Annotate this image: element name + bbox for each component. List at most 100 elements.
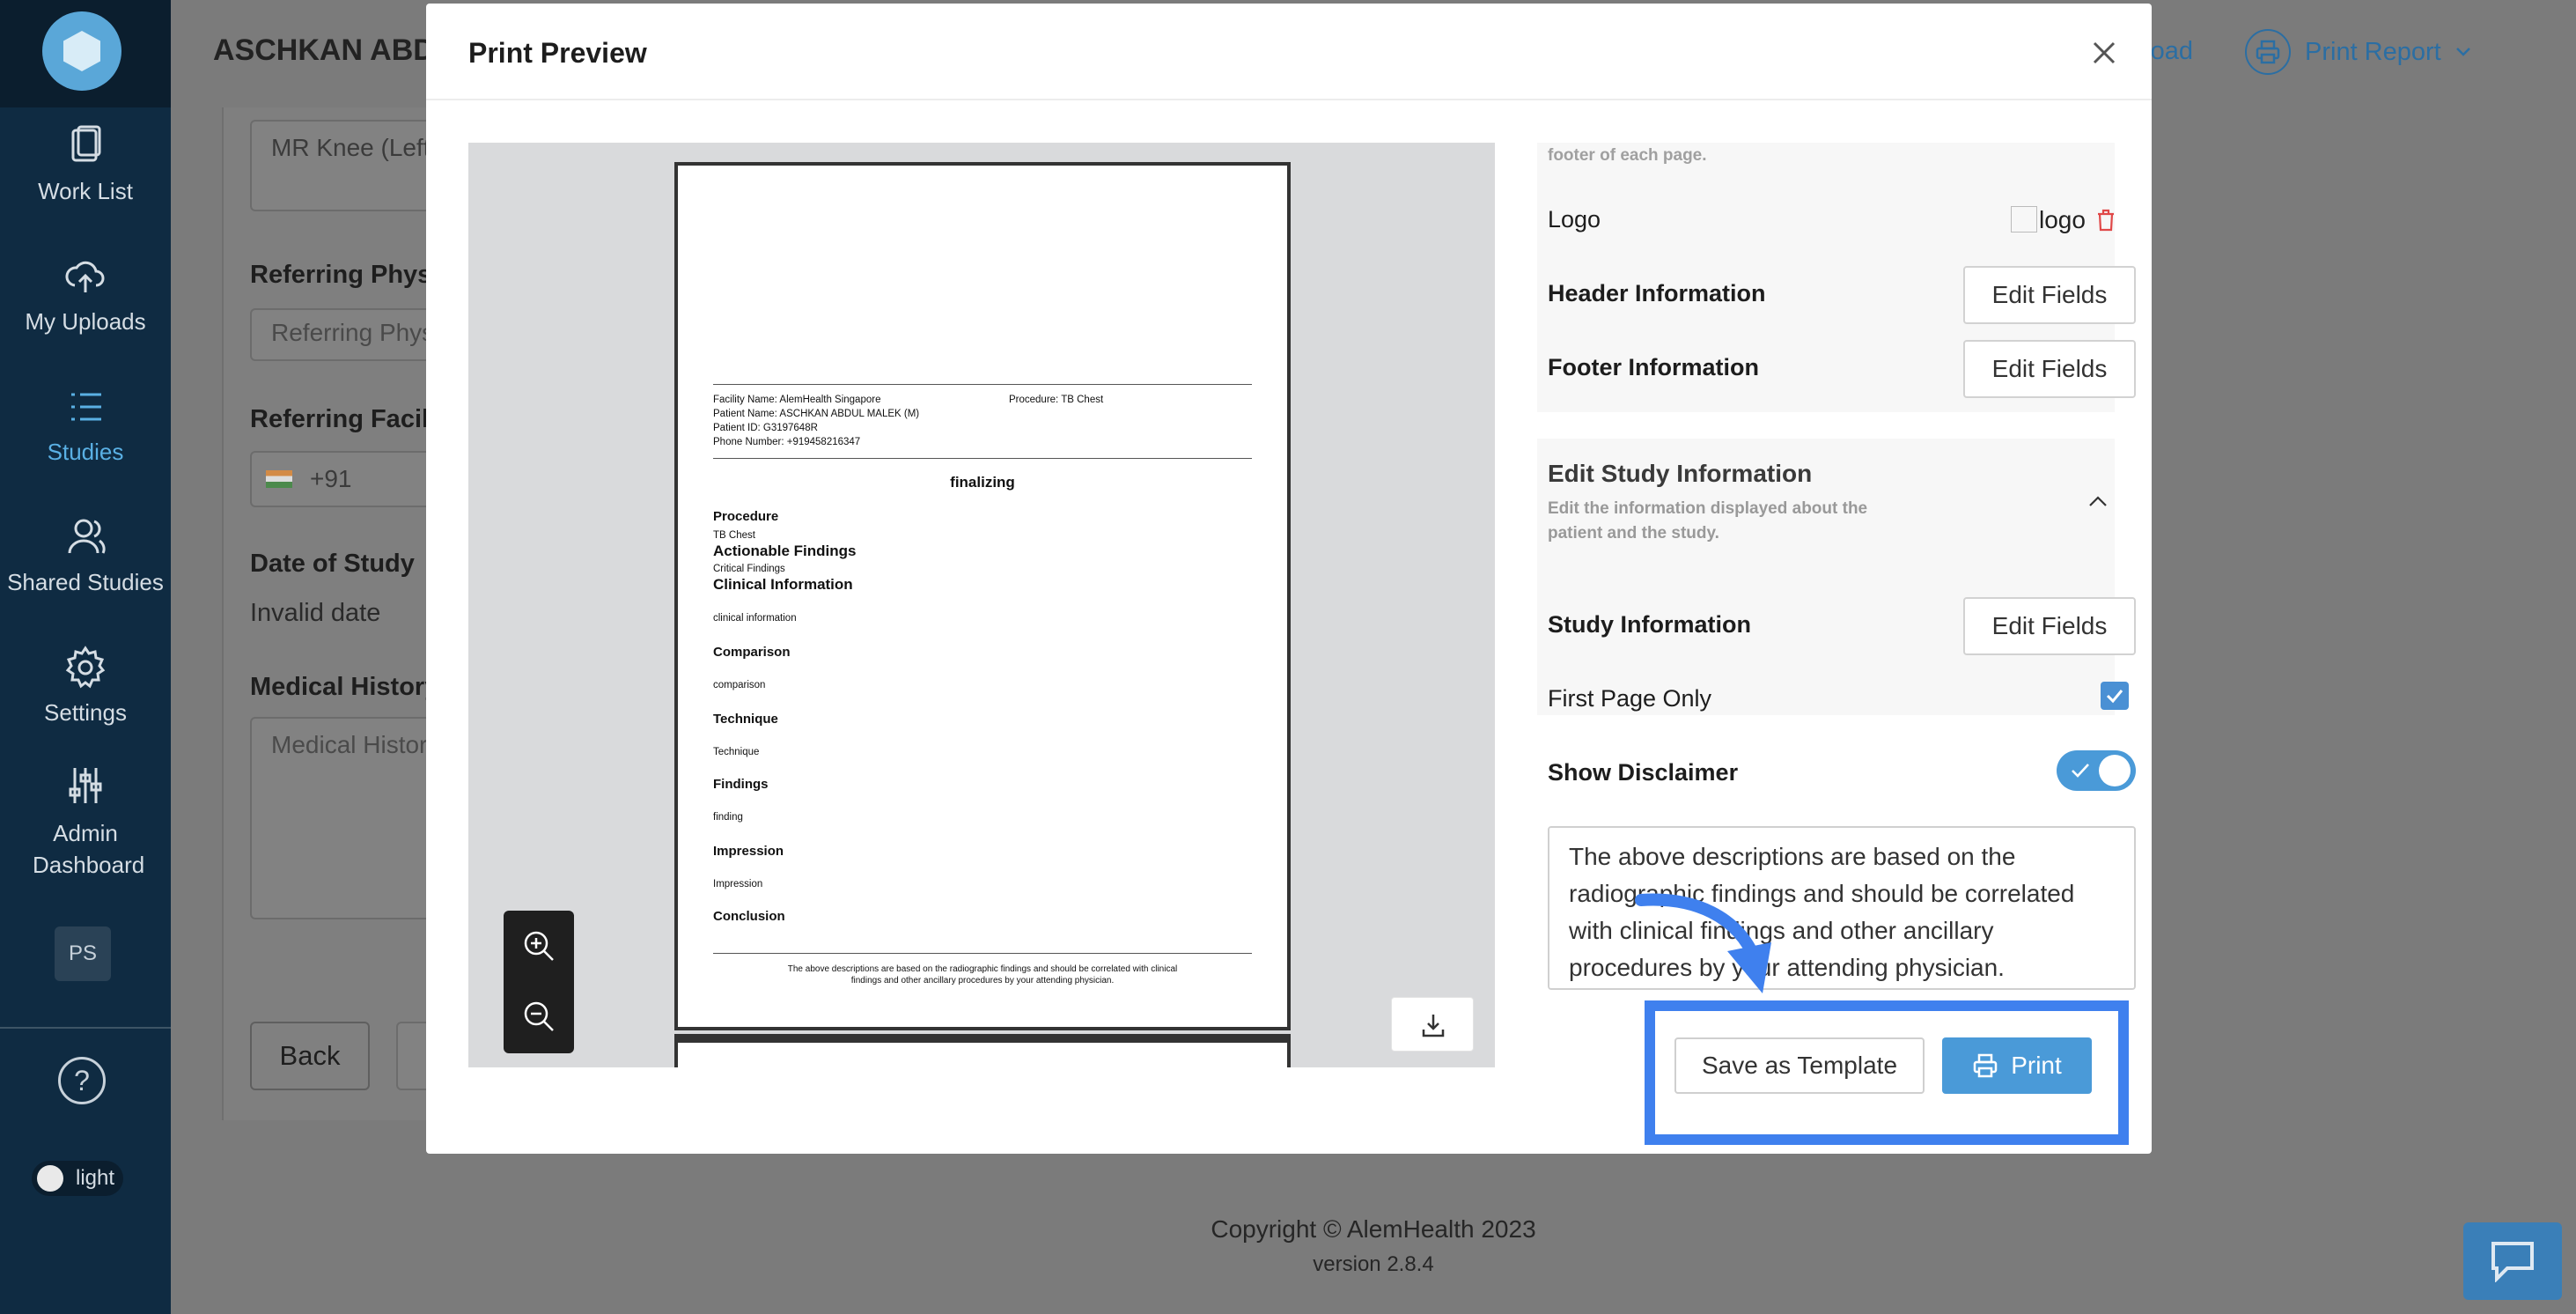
save-as-template-button[interactable]: Save as Template <box>1674 1037 1925 1094</box>
broken-image-icon <box>2011 206 2037 233</box>
page-status: finalizing <box>950 474 1015 491</box>
page-section-text: Technique <box>713 747 760 757</box>
logo-label: Logo <box>1548 206 1601 233</box>
list-icon <box>71 393 101 421</box>
show-disclaimer-toggle[interactable] <box>2057 750 2136 791</box>
report-page-2 <box>674 1034 1291 1067</box>
page-section-text: comparison <box>713 680 766 690</box>
date-of-study-label: Date of Study <box>250 550 415 578</box>
page-section-heading: Technique <box>713 712 778 727</box>
help-icon[interactable]: ? <box>58 1057 106 1104</box>
sidebar-item-label: My Uploads <box>25 308 146 335</box>
chat-button[interactable] <box>2463 1222 2562 1300</box>
copyright-text: Copyright © AlemHealth 2023 <box>1211 1215 1536 1243</box>
study-information-panel: Edit Study Information Edit the informat… <box>1537 439 2136 715</box>
clipboard-icon <box>71 125 101 162</box>
printer-icon <box>1973 1053 1998 1078</box>
page-section-heading: Clinical Information <box>713 576 853 593</box>
page-patient-id: Patient ID: G3197648R <box>713 423 818 433</box>
first-page-only-label: First Page Only <box>1548 685 1712 712</box>
header-information-label: Header Information <box>1548 280 1766 306</box>
sidebar-item-my-uploads[interactable]: My Uploads <box>0 254 171 336</box>
footer-note: footer of each page. <box>1548 146 1707 165</box>
zoom-controls <box>504 911 574 1053</box>
toggle-knob <box>37 1165 63 1192</box>
sidebar-item-shared-studies[interactable]: Shared Studies <box>0 514 171 596</box>
zoom-out-icon[interactable] <box>521 999 556 1034</box>
referring-physician-label: Referring Physi <box>250 261 439 289</box>
page-section-heading: Impression <box>713 844 784 859</box>
medical-history-label: Medical History <box>250 673 439 701</box>
page-footer-line <box>713 953 1252 954</box>
patient-name-heading: ASCHKAN ABDU <box>213 33 457 67</box>
close-icon[interactable] <box>2087 35 2122 70</box>
sidebar: Work List My Uploads Studies Shared Stud… <box>0 0 171 1314</box>
hexagon-logo-icon <box>42 11 121 91</box>
avatar[interactable]: PS <box>55 926 111 981</box>
sliders-icon <box>69 768 102 803</box>
study-information-label: Study Information <box>1548 611 1751 638</box>
sidebar-item-work-list[interactable]: Work List <box>0 123 171 205</box>
edit-header-fields-button[interactable]: Edit Fields <box>1963 266 2136 324</box>
sidebar-divider <box>0 1027 171 1029</box>
header-footer-panel: footer of each page. Logo logo Header In… <box>1537 143 2136 412</box>
footer-information-label: Footer Information <box>1548 354 1759 380</box>
back-button[interactable]: Back <box>250 1022 370 1090</box>
page-section-heading: Procedure <box>713 509 779 524</box>
print-report-button[interactable]: Print Report <box>2245 26 2471 78</box>
page-procedure: Procedure: TB Chest <box>1009 395 1104 405</box>
page-phone: Phone Number: +919458216347 <box>713 437 861 447</box>
page-disclaimer: The above descriptions are based on the … <box>787 964 1178 986</box>
page-section-heading: Conclusion <box>713 909 785 924</box>
theme-label: light <box>76 1166 115 1190</box>
preview-pane[interactable]: Facility Name: AlemHealth Singapore Proc… <box>468 143 1495 1067</box>
trash-icon[interactable] <box>2096 209 2116 232</box>
sidebar-item-admin-dashboard[interactable]: Admin Dashboard <box>0 763 171 881</box>
chat-icon <box>2491 1242 2534 1282</box>
date-of-study-value: Invalid date <box>250 599 381 627</box>
referring-facility-label: Referring Facili <box>250 405 437 433</box>
print-button[interactable]: Print <box>1942 1037 2092 1094</box>
print-preview-modal: Print Preview Facility Name: AlemHealth … <box>426 4 2152 1154</box>
report-page: Facility Name: AlemHealth Singapore Proc… <box>674 162 1291 1030</box>
modal-header: Print Preview <box>426 4 2152 100</box>
page-section-heading: Actionable Findings <box>713 543 857 559</box>
page-section-text: Critical Findings <box>713 564 785 574</box>
check-icon <box>2106 690 2123 704</box>
edit-study-fields-button[interactable]: Edit Fields <box>1963 597 2136 655</box>
page-section-text: finding <box>713 812 743 823</box>
printer-icon <box>2245 29 2291 75</box>
page-header-line <box>713 384 1252 385</box>
first-page-only-checkbox[interactable] <box>2101 682 2129 710</box>
sidebar-item-label: Studies <box>47 439 124 465</box>
page-patient-name: Patient Name: ASCHKAN ABDUL MALEK (M) <box>713 409 920 419</box>
check-icon <box>2072 764 2089 778</box>
theme-toggle[interactable]: light <box>32 1161 123 1196</box>
page-section-text: clinical information <box>713 613 797 624</box>
download-button[interactable] <box>1391 997 1474 1052</box>
edit-study-title: Edit Study Information <box>1548 460 1813 487</box>
edit-study-subtitle: Edit the information displayed about the… <box>1548 499 1868 543</box>
sidebar-item-settings[interactable]: Settings <box>0 645 171 727</box>
page-section-text: TB Chest <box>713 530 755 541</box>
toggle-knob <box>2099 755 2131 786</box>
page-facility: Facility Name: AlemHealth Singapore <box>713 395 881 405</box>
page-info-line <box>713 458 1252 459</box>
zoom-in-icon[interactable] <box>521 928 556 963</box>
logo-alt-text: logo <box>2039 206 2086 233</box>
show-disclaimer-label: Show Disclaimer <box>1548 759 1739 786</box>
gear-icon <box>65 646 106 689</box>
version-text: version 2.8.4 <box>1313 1252 1434 1276</box>
phone-code: +91 <box>310 465 352 492</box>
page-section-heading: Findings <box>713 777 769 792</box>
edit-footer-fields-button[interactable]: Edit Fields <box>1963 340 2136 398</box>
sidebar-item-label: Work List <box>38 178 133 204</box>
sidebar-item-studies[interactable]: Studies <box>0 384 171 466</box>
chevron-up-icon[interactable] <box>2087 490 2109 513</box>
india-flag-icon[interactable] <box>266 470 292 488</box>
app-logo[interactable] <box>0 0 171 107</box>
sidebar-item-label: Settings <box>44 699 127 726</box>
chevron-down-icon <box>2455 48 2470 56</box>
pointer-arrow-icon <box>1635 893 1771 993</box>
page-section-text: Impression <box>713 879 763 890</box>
